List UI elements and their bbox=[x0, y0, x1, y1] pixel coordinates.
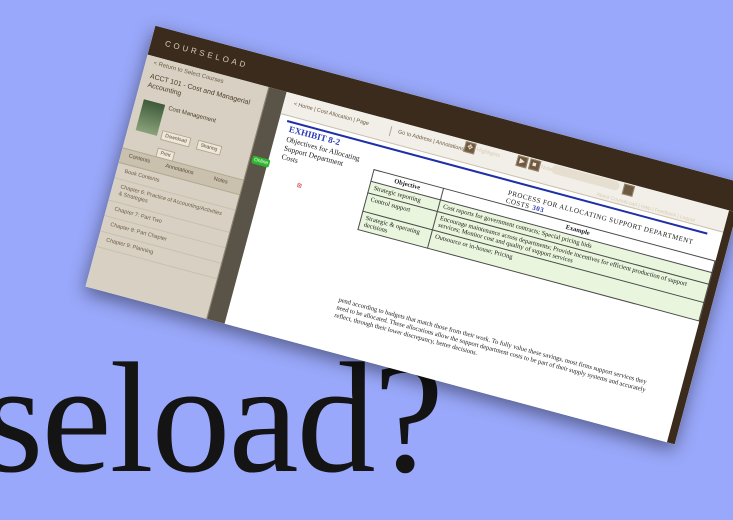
tab-annotations[interactable]: Annotations bbox=[165, 163, 195, 176]
status-badge: Online bbox=[251, 155, 271, 168]
tab-notes[interactable]: Notes bbox=[213, 176, 228, 186]
sharing-button[interactable]: Sharing bbox=[195, 139, 223, 156]
annotation-marker-icon[interactable]: ⊠ bbox=[296, 182, 303, 190]
toolbar-divider bbox=[388, 126, 393, 137]
book-cover-image bbox=[135, 99, 166, 136]
download-button[interactable]: Download bbox=[159, 130, 192, 148]
tab-contents[interactable]: Contents bbox=[128, 153, 151, 164]
